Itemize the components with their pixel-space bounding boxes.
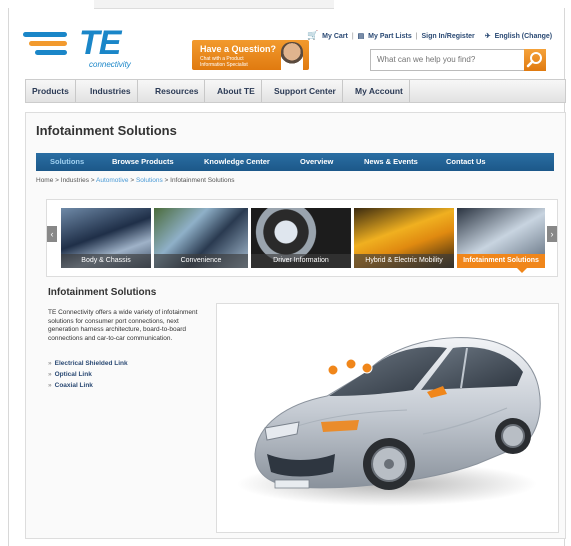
nav-resources[interactable]: Resources <box>149 80 206 102</box>
tab-overview[interactable]: Overview <box>300 153 333 171</box>
search-box <box>370 49 546 71</box>
logo-text: TE <box>79 24 121 62</box>
thumb-hybrid-electric[interactable]: Hybrid & Electric Mobility <box>354 208 454 268</box>
tab-browse-products[interactable]: Browse Products <box>112 153 174 171</box>
crumb-home[interactable]: Home <box>36 177 53 184</box>
tab-contact-us[interactable]: Contact Us <box>446 153 486 171</box>
nav-support-center[interactable]: Support Center <box>268 80 343 102</box>
active-pointer-icon <box>517 268 527 273</box>
link-coaxial[interactable]: » Coaxial Link <box>48 382 128 389</box>
te-logo[interactable]: TE connectivity <box>23 20 143 74</box>
cart-icon[interactable]: 🛒 <box>307 30 318 40</box>
my-part-lists-link[interactable]: My Part Lists <box>368 33 412 40</box>
main-nav: Products Industries Resources About TE S… <box>25 79 566 103</box>
page-title: Infotainment Solutions <box>36 123 177 138</box>
link-electrical-shielded[interactable]: » Electrical Shielded Link <box>48 360 128 367</box>
thumb-convenience[interactable]: Convenience <box>154 208 248 268</box>
breadcrumb: Home > Industries > Automotive > Solutio… <box>36 177 235 184</box>
tab-knowledge-center[interactable]: Knowledge Center <box>204 153 270 171</box>
solution-links: » Electrical Shielded Link » Optical Link … <box>48 360 128 393</box>
sub-nav: Solutions Browse Products Knowledge Cent… <box>36 153 554 171</box>
crumb-solutions[interactable]: Solutions <box>136 177 163 184</box>
thumb-label: Hybrid & Electric Mobility <box>354 254 454 268</box>
top-strip <box>94 0 334 9</box>
tab-news-events[interactable]: News & Events <box>364 153 418 171</box>
utility-links: 🛒 My Cart | ▤ My Part Lists | Sign In/Re… <box>307 30 553 40</box>
search-button[interactable] <box>524 49 546 71</box>
specialist-avatar <box>281 42 303 70</box>
my-cart-link[interactable]: My Cart <box>322 33 348 40</box>
solutions-carousel: ‹ Body & Chassis Convenience Driver Info… <box>46 199 558 277</box>
thumb-label: Body & Chassis <box>61 254 151 268</box>
car-image <box>237 337 541 506</box>
promo-title: Have a Question? <box>200 44 277 54</box>
car-illustration <box>216 303 559 533</box>
thumb-body-chassis[interactable]: Body & Chassis <box>61 208 151 268</box>
carousel-prev-button[interactable]: ‹ <box>47 226 57 242</box>
content-panel: Infotainment Solutions Solutions Browse … <box>25 112 566 539</box>
thumb-driver-information[interactable]: Driver Information <box>251 208 351 268</box>
tab-solutions[interactable]: Solutions <box>50 153 84 171</box>
list-icon: ▤ <box>357 33 365 40</box>
logo-subtext: connectivity <box>89 60 131 69</box>
nav-products[interactable]: Products <box>26 80 76 102</box>
nav-industries[interactable]: Industries <box>84 80 138 102</box>
language-link[interactable]: English (Change) <box>495 33 553 40</box>
thumb-label: Infotainment Solutions <box>457 254 545 268</box>
thumb-label: Convenience <box>154 254 248 268</box>
section-description: TE Connectivity offers a wide variety of… <box>48 309 198 342</box>
nav-my-account[interactable]: My Account <box>349 80 410 102</box>
crumb-automotive[interactable]: Automotive <box>96 177 129 184</box>
sign-in-link[interactable]: Sign In/Register <box>421 33 474 40</box>
section-title: Infotainment Solutions <box>48 287 157 298</box>
page: TE connectivity Have a Question? Chat wi… <box>8 0 566 546</box>
thumb-infotainment[interactable]: Infotainment Solutions <box>457 208 545 268</box>
chat-promo-banner[interactable]: Have a Question? Chat with a Product Inf… <box>192 40 309 70</box>
crumb-current: Infotainment Solutions <box>170 177 235 184</box>
carousel-next-button[interactable]: › <box>547 226 557 242</box>
globe-icon: ✈ <box>484 33 491 40</box>
thumb-label: Driver Information <box>251 254 351 268</box>
search-input[interactable] <box>371 50 527 68</box>
nav-about-te[interactable]: About TE <box>211 80 262 102</box>
promo-subtitle: Chat with a Product Information Speciali… <box>200 56 248 68</box>
link-optical[interactable]: » Optical Link <box>48 371 128 378</box>
search-icon <box>526 52 542 68</box>
crumb-industries[interactable]: Industries <box>61 177 89 184</box>
